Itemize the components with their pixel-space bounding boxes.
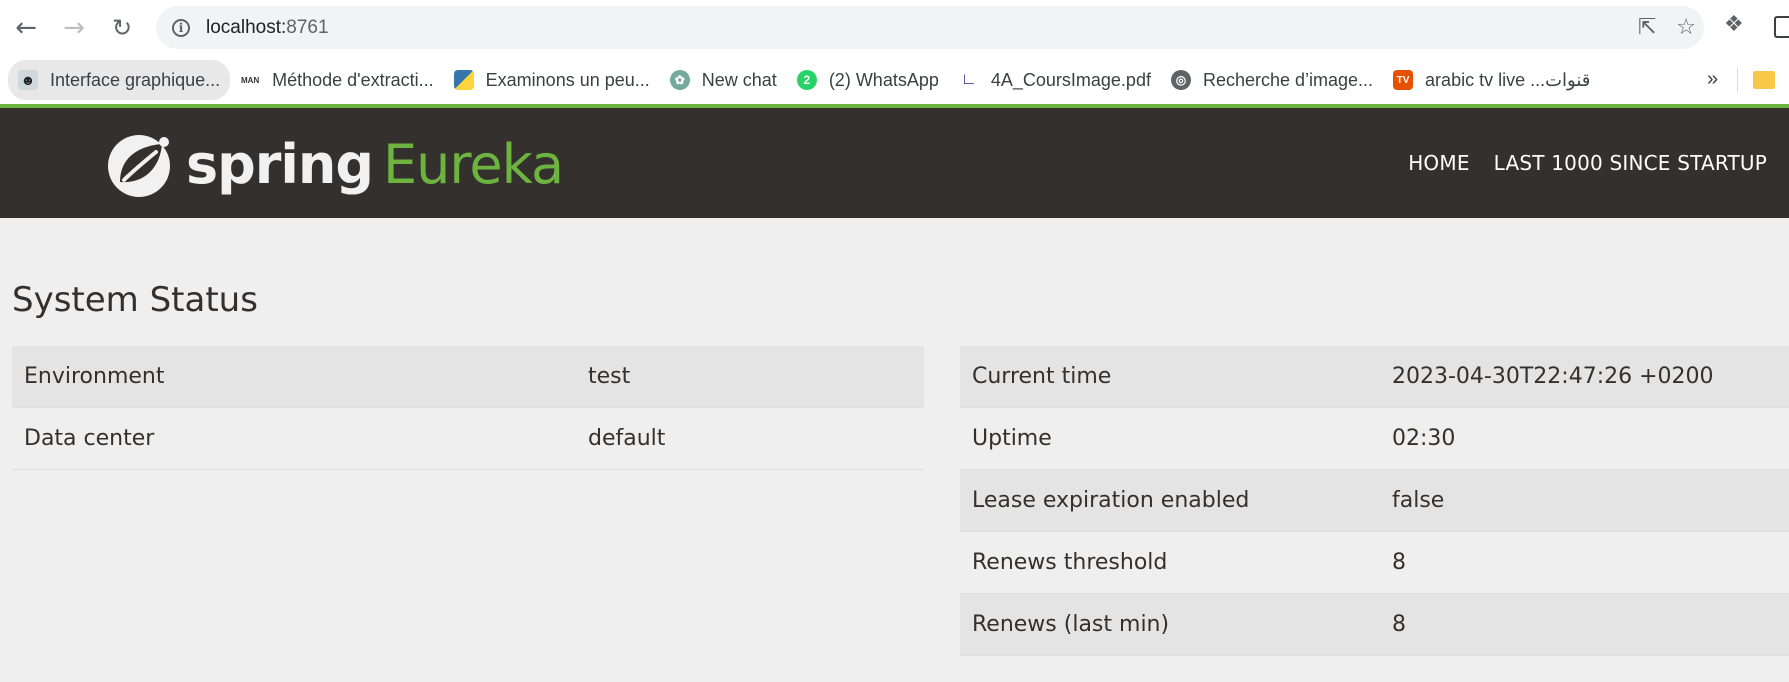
brand-wordmark: spring Eureka bbox=[186, 138, 564, 192]
bookmark-label: arabic tv live ...قنوات bbox=[1425, 69, 1591, 90]
bookmark-item[interactable]: ☻ Interface graphique... bbox=[8, 60, 231, 100]
bookmark-star-icon[interactable]: ☆ bbox=[1676, 15, 1696, 40]
chatgpt-icon: ✿ bbox=[669, 70, 690, 90]
bookmark-item[interactable]: ∟ 4A_CoursImage.pdf bbox=[949, 60, 1161, 100]
top-nav: HOME LAST 1000 SINCE STARTUP bbox=[1408, 108, 1767, 218]
nav-home-link[interactable]: HOME bbox=[1408, 151, 1469, 175]
row-key: Renews (last min) bbox=[960, 593, 1380, 656]
url-text[interactable]: localhost:8761 bbox=[206, 17, 329, 39]
brand-eureka: Eureka bbox=[383, 133, 564, 196]
table-row: Current time 2023-04-30T22:47:26 +0200 bbox=[960, 346, 1789, 408]
bookmark-item[interactable]: ✿ New chat bbox=[660, 60, 787, 100]
row-key: Environment bbox=[12, 346, 576, 408]
browser-toolbar: ← → ↻ i localhost:8761 ⇱ ☆ ❖ bbox=[0, 0, 1789, 56]
row-key: Current time bbox=[960, 346, 1380, 408]
share-icon[interactable]: ⇱ bbox=[1638, 15, 1656, 40]
bookmark-item[interactable]: Examinons un peu... bbox=[444, 60, 660, 100]
row-value: 8 bbox=[1380, 531, 1789, 594]
eureka-navbar: spring Eureka HOME LAST 1000 SINCE STARTU… bbox=[0, 108, 1789, 218]
browser-chrome: ← → ↻ i localhost:8761 ⇱ ☆ ❖ ☻ Interface… bbox=[0, 0, 1789, 108]
forward-arrow-icon[interactable]: → bbox=[58, 12, 90, 44]
row-key: Uptime bbox=[960, 407, 1380, 470]
runtime-table: Current time 2023-04-30T22:47:26 +0200 U… bbox=[960, 346, 1789, 656]
info-icon[interactable]: i bbox=[172, 18, 190, 37]
man-page-icon: MAN bbox=[240, 70, 261, 90]
nav-last-1000-link[interactable]: LAST 1000 SINCE STARTUP bbox=[1494, 151, 1767, 175]
reload-icon[interactable]: ↻ bbox=[106, 12, 138, 44]
more-bookmarks-chevron-icon[interactable]: » bbox=[1707, 68, 1718, 91]
avatar-sunglasses-icon: ☻ bbox=[18, 70, 38, 90]
folder-icon[interactable] bbox=[1753, 71, 1775, 89]
page-title: System Status bbox=[12, 280, 258, 320]
address-bar[interactable]: i localhost:8761 ⇱ ☆ bbox=[156, 6, 1704, 49]
back-arrow-icon[interactable]: ← bbox=[10, 12, 42, 44]
python-icon bbox=[453, 70, 474, 90]
tv-icon: TV bbox=[1393, 70, 1414, 90]
bookmark-label: Méthode d'extracti... bbox=[272, 69, 434, 90]
table-row: Renews (last min) 8 bbox=[960, 593, 1789, 656]
extensions-puzzle-icon[interactable]: ❖ bbox=[1724, 12, 1744, 37]
spring-eureka-logo[interactable]: spring Eureka bbox=[104, 130, 564, 200]
row-value: default bbox=[576, 407, 924, 470]
bookmark-item[interactable]: MAN Méthode d'extracti... bbox=[230, 60, 444, 100]
table-row: Data center default bbox=[12, 407, 924, 470]
bookmark-label: Examinons un peu... bbox=[485, 69, 650, 90]
bookmark-item[interactable]: 2 (2) WhatsApp bbox=[787, 60, 949, 100]
main-content: System Status Environment test Data cent… bbox=[0, 218, 1789, 656]
spring-leaf-icon bbox=[108, 135, 170, 197]
bookmarks-divider bbox=[1737, 68, 1738, 92]
row-key: Renews threshold bbox=[960, 531, 1380, 594]
pdf-icon: ∟ bbox=[958, 70, 979, 90]
bookmark-item[interactable]: ◎ Recherche d’image... bbox=[1161, 60, 1383, 100]
globe-icon: ◎ bbox=[1170, 70, 1191, 90]
bookmark-label: (2) WhatsApp bbox=[828, 69, 939, 90]
table-row: Uptime 02:30 bbox=[960, 407, 1789, 470]
bookmark-label: 4A_CoursImage.pdf bbox=[990, 69, 1151, 90]
bookmark-label: Recherche d’image... bbox=[1202, 69, 1374, 90]
row-value: 2023-04-30T22:47:26 +0200 bbox=[1380, 346, 1789, 408]
whatsapp-icon: 2 bbox=[796, 70, 817, 90]
environment-table: Environment test Data center default bbox=[12, 346, 924, 470]
url-host: localhost: bbox=[206, 16, 287, 38]
row-value: false bbox=[1380, 469, 1789, 532]
table-row: Environment test bbox=[12, 346, 924, 408]
url-port: 8761 bbox=[286, 16, 329, 38]
row-value: test bbox=[576, 346, 924, 408]
bookmarks-bar: ☻ Interface graphique... MAN Méthode d'e… bbox=[0, 56, 1789, 104]
row-value: 8 bbox=[1380, 593, 1789, 656]
address-bar-actions: ⇱ ☆ bbox=[1638, 6, 1696, 49]
table-row: Renews threshold 8 bbox=[960, 531, 1789, 594]
row-key: Lease expiration enabled bbox=[960, 469, 1380, 532]
row-value: 02:30 bbox=[1380, 407, 1789, 470]
brand-spring: spring bbox=[186, 133, 374, 196]
bookmark-label: Interface graphique... bbox=[50, 69, 221, 90]
bookmark-label: New chat bbox=[701, 69, 777, 90]
side-panel-icon[interactable] bbox=[1774, 16, 1789, 38]
table-row: Lease expiration enabled false bbox=[960, 469, 1789, 532]
bookmark-item[interactable]: TV arabic tv live ...قنوات bbox=[1383, 60, 1600, 100]
row-key: Data center bbox=[12, 407, 576, 470]
